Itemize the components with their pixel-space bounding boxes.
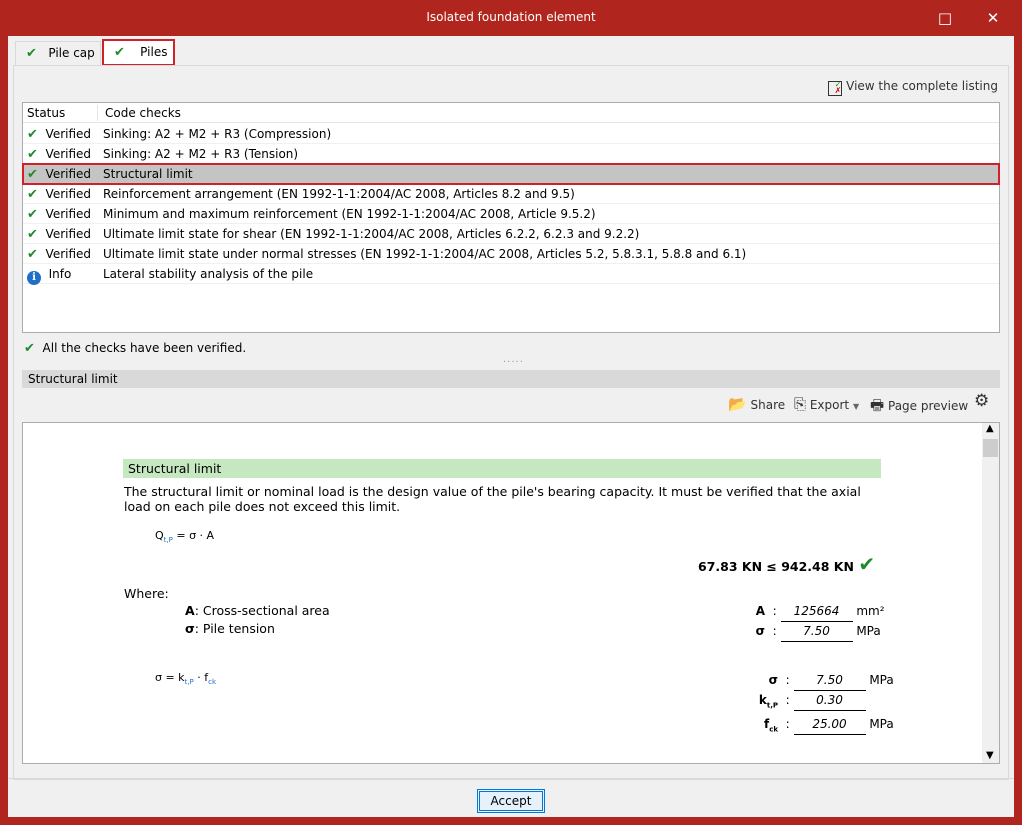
table-row[interactable]: ✔ Verified Ultimate limit state under nor… bbox=[23, 244, 999, 264]
listing-label: View the complete listing bbox=[846, 79, 998, 93]
code-check-cell: Reinforcement arrangement (EN 1992-1-1:2… bbox=[103, 187, 575, 201]
code-check-cell: Ultimate limit state under normal stress… bbox=[103, 247, 747, 261]
formula-qtp: Qt,P = σ · A bbox=[155, 529, 215, 545]
summary-status: ✔ All the checks have been verified. bbox=[24, 341, 246, 356]
table-row[interactable]: ✔ Verified Reinforcement arrangement (EN … bbox=[23, 184, 999, 204]
vertical-scrollbar[interactable]: ▲ ▼ bbox=[982, 423, 999, 763]
scroll-up-icon[interactable]: ▲ bbox=[986, 423, 994, 434]
check-icon: ✔ bbox=[27, 247, 38, 262]
table-row[interactable]: ✔ Verified Sinking: A2 + M2 + R3 (Compres… bbox=[23, 124, 999, 144]
checklist-icon: ✓ ✗ bbox=[828, 81, 843, 96]
values-block-1: A : 125664 mm² σ : 7.50 MPa bbox=[743, 602, 885, 642]
window-title: Isolated foundation element bbox=[426, 10, 596, 24]
page-preview-button[interactable]: 🖶 Page preview bbox=[870, 395, 968, 420]
share-icon: 📂 bbox=[728, 395, 747, 413]
definitions: A: Cross-sectional area σ: Pile tension bbox=[185, 603, 330, 636]
status-cell: ✔ Verified bbox=[27, 207, 92, 222]
code-checks-table: Status Code checks ✔ Verified Sinking: A2… bbox=[22, 102, 1000, 333]
page-preview-label: Page preview bbox=[888, 399, 969, 413]
splitter-handle[interactable]: ····· bbox=[503, 357, 524, 368]
table-row[interactable]: ✔ Verified Sinking: A2 + M2 + R3 (Tension… bbox=[23, 144, 999, 164]
settings-gear-icon[interactable]: ⚙ bbox=[974, 391, 989, 411]
check-icon: ✔ bbox=[858, 552, 876, 576]
check-icon: ✔ bbox=[27, 127, 38, 142]
info-icon: i bbox=[27, 271, 41, 285]
tab-label: Pile cap bbox=[48, 46, 95, 60]
status-cell: ✔ Verified bbox=[27, 127, 92, 142]
report-intro: The structural limit or nominal load is … bbox=[124, 484, 861, 514]
code-checks-header[interactable]: Code checks bbox=[105, 103, 181, 123]
status-cell: ✔ Verified bbox=[27, 247, 92, 262]
table-row[interactable]: i Info Lateral stability analysis of the … bbox=[23, 264, 999, 285]
code-check-cell: Sinking: A2 + M2 + R3 (Tension) bbox=[103, 147, 299, 161]
table-row[interactable]: ✔ Verified Structural limit bbox=[22, 163, 1000, 185]
check-icon: ✔ bbox=[114, 45, 125, 60]
code-check-cell: Sinking: A2 + M2 + R3 (Compression) bbox=[103, 127, 332, 141]
check-icon: ✔ bbox=[26, 46, 37, 61]
accept-button[interactable]: Accept bbox=[477, 789, 545, 813]
maximize-button[interactable]: □ bbox=[930, 6, 960, 30]
share-button[interactable]: 📂 Share bbox=[728, 395, 785, 413]
summary-text: All the checks have been verified. bbox=[42, 341, 247, 355]
where-label: Where: bbox=[124, 586, 169, 601]
tab-pile-cap[interactable]: ✔ Pile cap bbox=[15, 41, 101, 65]
table-row[interactable]: ✔ Verified Ultimate limit state for shear… bbox=[23, 224, 999, 244]
code-check-cell: Ultimate limit state for shear (EN 1992-… bbox=[103, 227, 640, 241]
dropdown-arrow-icon: ▼ bbox=[852, 402, 860, 411]
export-label: Export bbox=[809, 398, 850, 412]
status-header[interactable]: Status bbox=[27, 103, 97, 123]
status-cell: ✔ Verified bbox=[27, 147, 92, 162]
export-icon: ⎘ bbox=[794, 395, 807, 413]
view-listing-button[interactable]: ✓ ✗ View the complete listing bbox=[828, 79, 998, 96]
tab-piles[interactable]: ✔ Piles bbox=[102, 39, 175, 66]
title-bar: Isolated foundation element □ ✕ bbox=[0, 0, 1022, 36]
section-title: Structural limit bbox=[22, 370, 1000, 388]
close-button[interactable]: ✕ bbox=[978, 6, 1008, 30]
check-icon: ✔ bbox=[27, 227, 38, 242]
status-cell: ✔ Verified bbox=[27, 227, 92, 242]
status-cell: ✔ Verified bbox=[27, 187, 92, 202]
scroll-down-icon[interactable]: ▼ bbox=[986, 750, 994, 761]
dialog-body: ✔ Pile cap ✔ Piles ✓ ✗ View the complete … bbox=[8, 36, 1014, 817]
code-check-cell: Structural limit bbox=[103, 167, 193, 181]
divider bbox=[8, 778, 1014, 779]
report-heading: Structural limit bbox=[123, 459, 881, 478]
table-header: Status Code checks bbox=[23, 103, 999, 123]
export-button[interactable]: ⎘ Export ▼ bbox=[794, 395, 859, 413]
share-label: Share bbox=[750, 398, 786, 412]
status-cell: ✔ Verified bbox=[27, 167, 92, 182]
formula-sigma: σ = kt,P · fck bbox=[155, 671, 217, 687]
check-icon: ✔ bbox=[27, 167, 38, 182]
check-icon: ✔ bbox=[27, 207, 38, 222]
tab-label: Piles bbox=[140, 45, 168, 59]
check-icon: ✔ bbox=[24, 341, 35, 356]
table-row[interactable]: ✔ Verified Minimum and maximum reinforcem… bbox=[23, 204, 999, 224]
printer-icon: 🖶 bbox=[870, 396, 885, 414]
check-icon: ✔ bbox=[27, 187, 38, 202]
values-block-2: σ : 7.50 MPa kt,P : 0.30 fck : 25.00 MPa bbox=[758, 673, 894, 736]
code-check-cell: Minimum and maximum reinforcement (EN 19… bbox=[103, 207, 596, 221]
status-cell: i Info bbox=[27, 264, 97, 285]
code-check-cell: Lateral stability analysis of the pile bbox=[103, 267, 314, 281]
scroll-thumb[interactable] bbox=[983, 439, 998, 457]
report-view: Structural limit The structural limit or… bbox=[22, 422, 1000, 764]
check-result: 67.83 KN ≤ 942.48 KN ✔ bbox=[698, 552, 876, 576]
check-icon: ✔ bbox=[27, 147, 38, 162]
